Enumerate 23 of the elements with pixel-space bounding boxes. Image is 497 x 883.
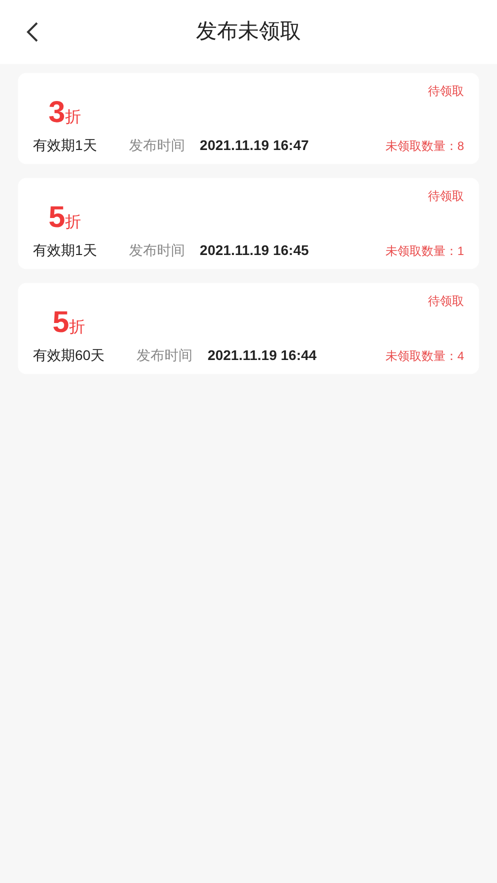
coupon-card[interactable]: 待领取 5折 有效期1天 发布时间 2021.11.19 16:45 未领取数量：1 [18, 178, 479, 269]
publish-time-label: 发布时间 [136, 346, 193, 364]
publish-time-label: 发布时间 [128, 241, 185, 259]
status-label: 待领取 [428, 83, 464, 99]
discount-value: 3折 [48, 98, 82, 128]
validity-text: 有效期60天 [33, 346, 105, 364]
unclaimed-count: 未领取数量：1 [385, 243, 464, 259]
publish-time: 2021.11.19 16:47 [200, 136, 309, 154]
unclaimed-count: 未领取数量：8 [385, 138, 464, 154]
discount-value: 5折 [48, 203, 82, 233]
unclaimed-count: 未领取数量：4 [385, 348, 464, 364]
publish-time: 2021.11.19 16:45 [200, 241, 309, 259]
coupon-card[interactable]: 待领取 5折 有效期60天 发布时间 2021.11.19 16:44 未领取数量：4 [18, 283, 479, 374]
status-label: 待领取 [428, 293, 464, 309]
page-title: 发布未领取 [196, 19, 301, 46]
publish-time-label: 发布时间 [128, 136, 185, 154]
coupon-card[interactable]: 待领取 3折 有效期1天 发布时间 2021.11.19 16:47 未领取数量：8 [18, 73, 479, 164]
chevron-left-icon [25, 21, 39, 43]
validity-text: 有效期1天 [33, 241, 97, 259]
publish-time: 2021.11.19 16:44 [208, 346, 317, 364]
discount-value: 5折 [52, 308, 86, 338]
status-label: 待领取 [428, 188, 464, 204]
validity-text: 有效期1天 [33, 136, 97, 154]
